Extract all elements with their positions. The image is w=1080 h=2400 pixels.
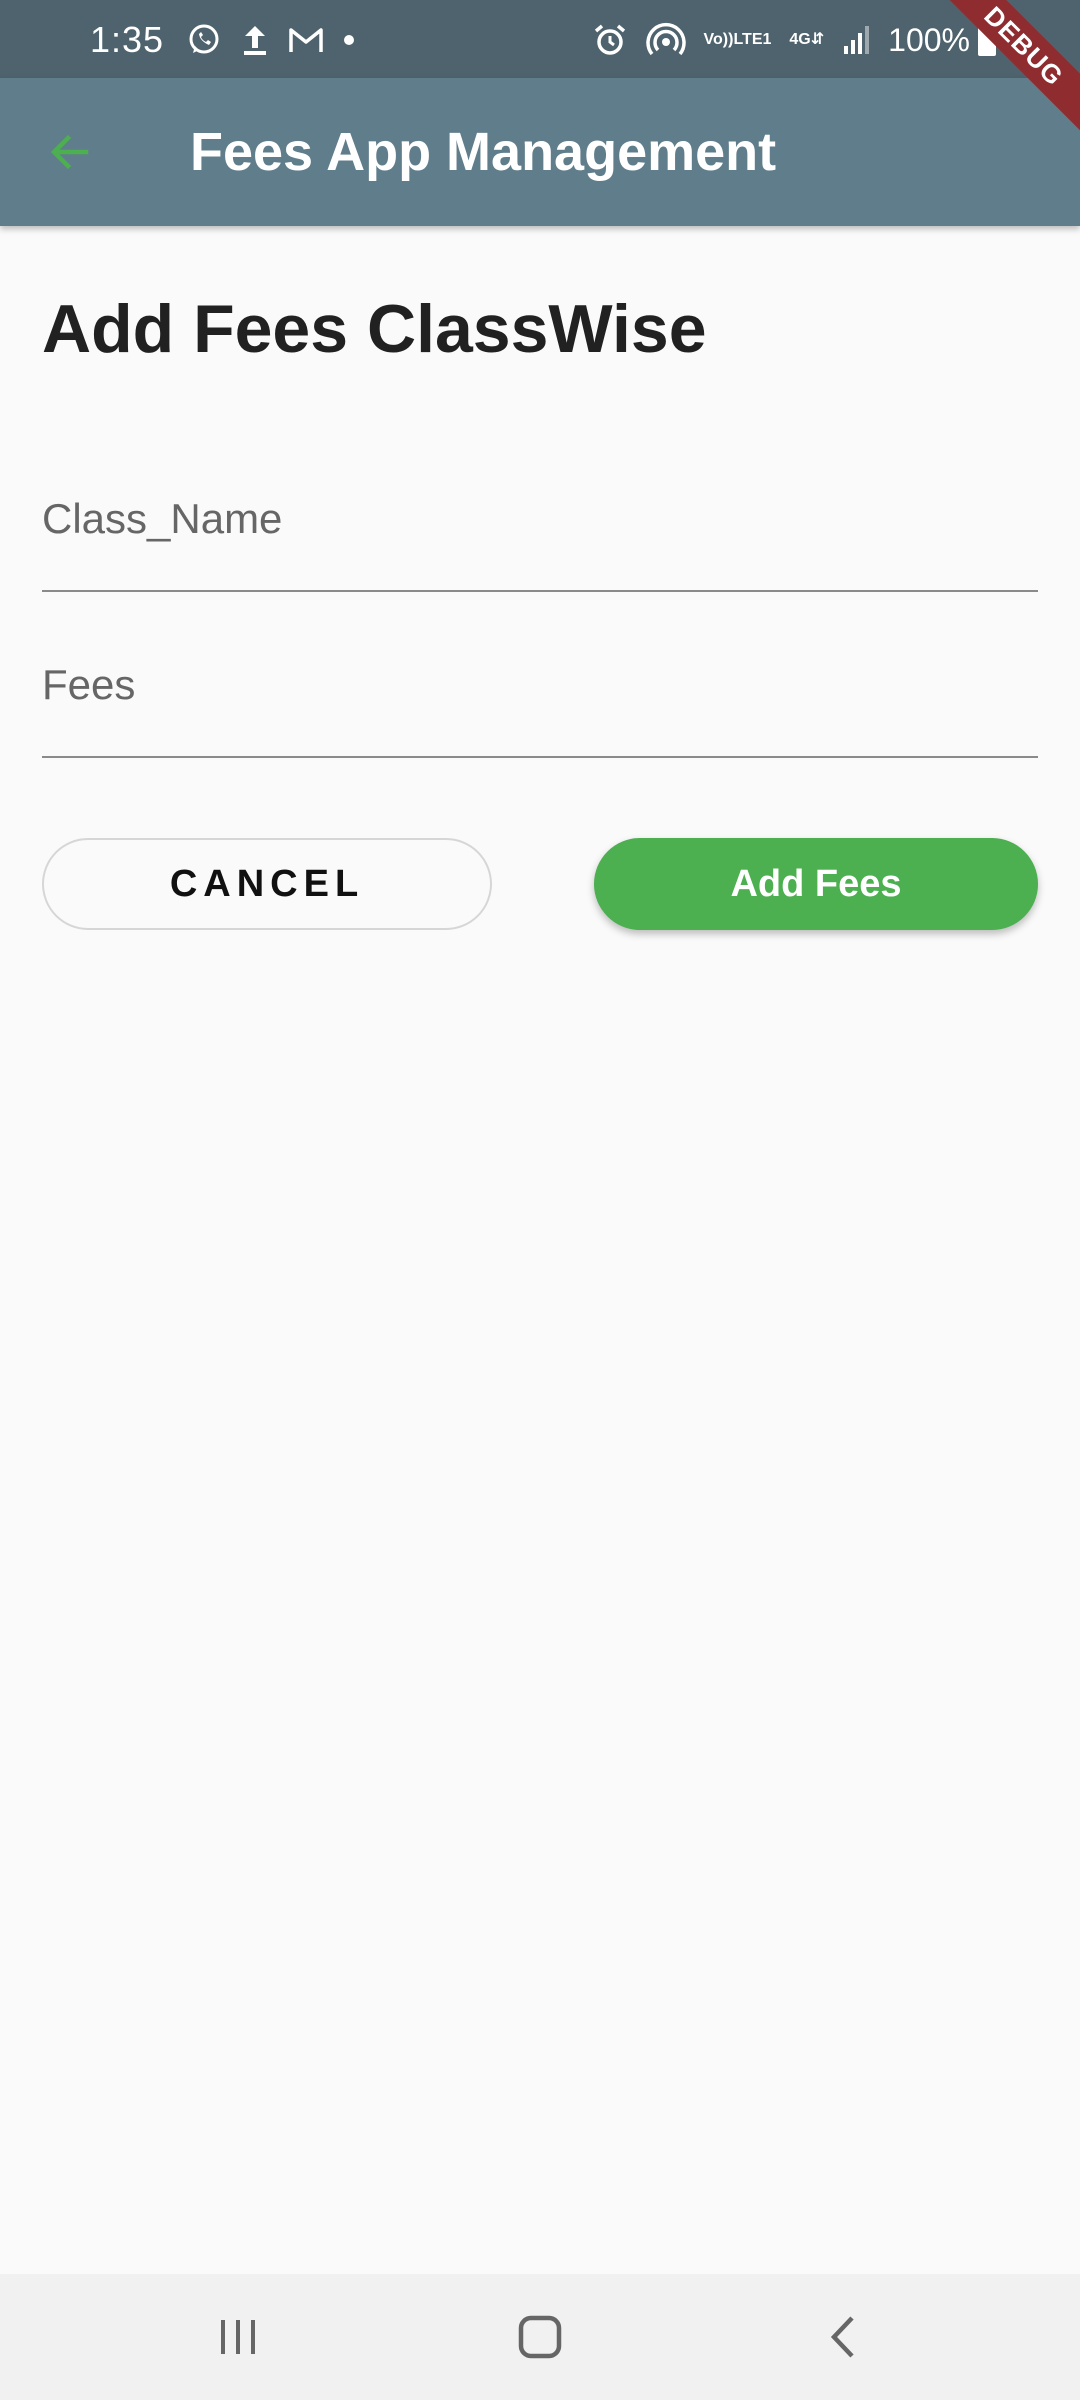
4g-icon: 4G ⇵ [789, 32, 824, 48]
back-button[interactable] [40, 122, 100, 182]
upload-icon [242, 22, 268, 58]
home-icon [518, 2315, 562, 2359]
app-title: Fees App Management [190, 122, 777, 182]
arrow-back-icon [50, 134, 89, 170]
recents-icon [221, 2320, 255, 2354]
volte-line2: LTE1 [733, 31, 772, 48]
system-nav-bar [0, 2274, 1080, 2400]
status-left: 1:35 [90, 18, 355, 62]
fees-input[interactable] [42, 648, 1038, 722]
hotspot-icon [645, 22, 686, 58]
battery-percent: 100% [888, 21, 970, 58]
page-title: Add Fees ClassWise [42, 291, 707, 367]
volte-line1: Vo)) [703, 31, 734, 48]
status-right: Vo)) LTE1 4G ⇵ 100% [574, 18, 998, 62]
status-bar: 1:35 Vo)) LTE1 4G ⇵ 100% [0, 0, 1080, 78]
class-name-input[interactable] [42, 482, 1038, 556]
signal-icon [842, 24, 872, 56]
cancel-button[interactable]: CANCEL [42, 838, 492, 930]
home-button[interactable] [500, 2304, 580, 2370]
network-label: 4G [789, 31, 811, 48]
class-name-field[interactable] [42, 470, 1038, 592]
fees-field[interactable] [42, 636, 1038, 758]
whatsapp-icon [186, 22, 222, 58]
volte-icon: Vo)) LTE1 [704, 32, 772, 48]
add-fees-button[interactable]: Add Fees [594, 838, 1038, 930]
nav-back-button[interactable] [802, 2304, 882, 2370]
alarm-icon [592, 22, 628, 58]
back-icon [830, 2316, 854, 2358]
recents-button[interactable] [198, 2304, 278, 2370]
status-time: 1:35 [90, 19, 165, 60]
dot-icon [344, 35, 355, 45]
gmail-icon [288, 25, 324, 55]
app-bar: Fees App Management [0, 78, 1080, 226]
data-arrows: ⇵ [810, 31, 825, 48]
